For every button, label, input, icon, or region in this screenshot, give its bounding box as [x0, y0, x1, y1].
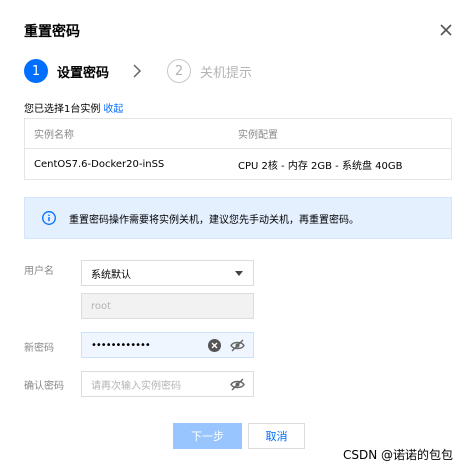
- confirm-password-input[interactable]: 请再次输入实例密码: [81, 371, 254, 397]
- watermark: CSDN @诺诺的包包: [343, 448, 454, 462]
- clear-icon[interactable]: [208, 338, 221, 352]
- instance-table: 实例名称 实例配置 CentOS7.6-Docker20-inSS CPU 2核…: [24, 118, 452, 180]
- username-select-value: 系统默认: [91, 269, 131, 281]
- step-2-label: 关机提示: [200, 65, 253, 81]
- confirm-password-placeholder: 请再次输入实例密码: [91, 380, 181, 392]
- column-header-instance-name: 实例名称: [34, 130, 74, 141]
- selected-count-text: 您已选择1台实例: [24, 104, 101, 115]
- chevron-right-icon: [133, 64, 142, 78]
- username-input: root: [81, 293, 254, 319]
- collapse-link[interactable]: 收起: [103, 104, 123, 115]
- confirm-password-label: 确认密码: [24, 381, 64, 392]
- info-icon: [42, 211, 56, 225]
- step-1-number: 1: [24, 59, 48, 83]
- eye-off-icon[interactable]: [230, 378, 245, 391]
- next-button[interactable]: 下一步: [173, 423, 242, 449]
- dialog-title: 重置密码: [24, 24, 80, 40]
- step-indicator: 1 设置密码 2 关机提示: [24, 59, 252, 83]
- selected-instances-summary: 您已选择1台实例 收起: [24, 100, 123, 115]
- info-banner: 重置密码操作需要将实例关机，建议您先手动关机，再重置密码。: [24, 197, 452, 239]
- new-password-label: 新密码: [24, 343, 54, 354]
- instance-config-cell: CPU 2核 - 内存 2GB - 系统盘 40GB: [238, 160, 403, 172]
- close-icon[interactable]: [438, 22, 454, 38]
- cancel-button[interactable]: 取消: [248, 423, 305, 449]
- table-row: CentOS7.6-Docker20-inSS CPU 2核 - 内存 2GB …: [25, 149, 451, 179]
- column-header-instance-config: 实例配置: [238, 130, 278, 141]
- dropdown-arrow-icon: [235, 270, 243, 276]
- new-password-value: ••••••••••••: [91, 339, 151, 351]
- step-1-label: 设置密码: [57, 65, 110, 81]
- eye-off-icon[interactable]: [230, 339, 245, 352]
- table-header-row: 实例名称 实例配置: [25, 119, 451, 149]
- step-2-number: 2: [167, 59, 192, 83]
- info-message: 重置密码操作需要将实例关机，建议您先手动关机，再重置密码。: [69, 214, 359, 226]
- username-label: 用户名: [24, 266, 54, 277]
- instance-name-cell: CentOS7.6-Docker20-inSS: [34, 158, 165, 170]
- username-select[interactable]: 系统默认: [81, 260, 254, 286]
- username-input-value: root: [91, 300, 112, 312]
- new-password-input[interactable]: ••••••••••••: [81, 332, 254, 358]
